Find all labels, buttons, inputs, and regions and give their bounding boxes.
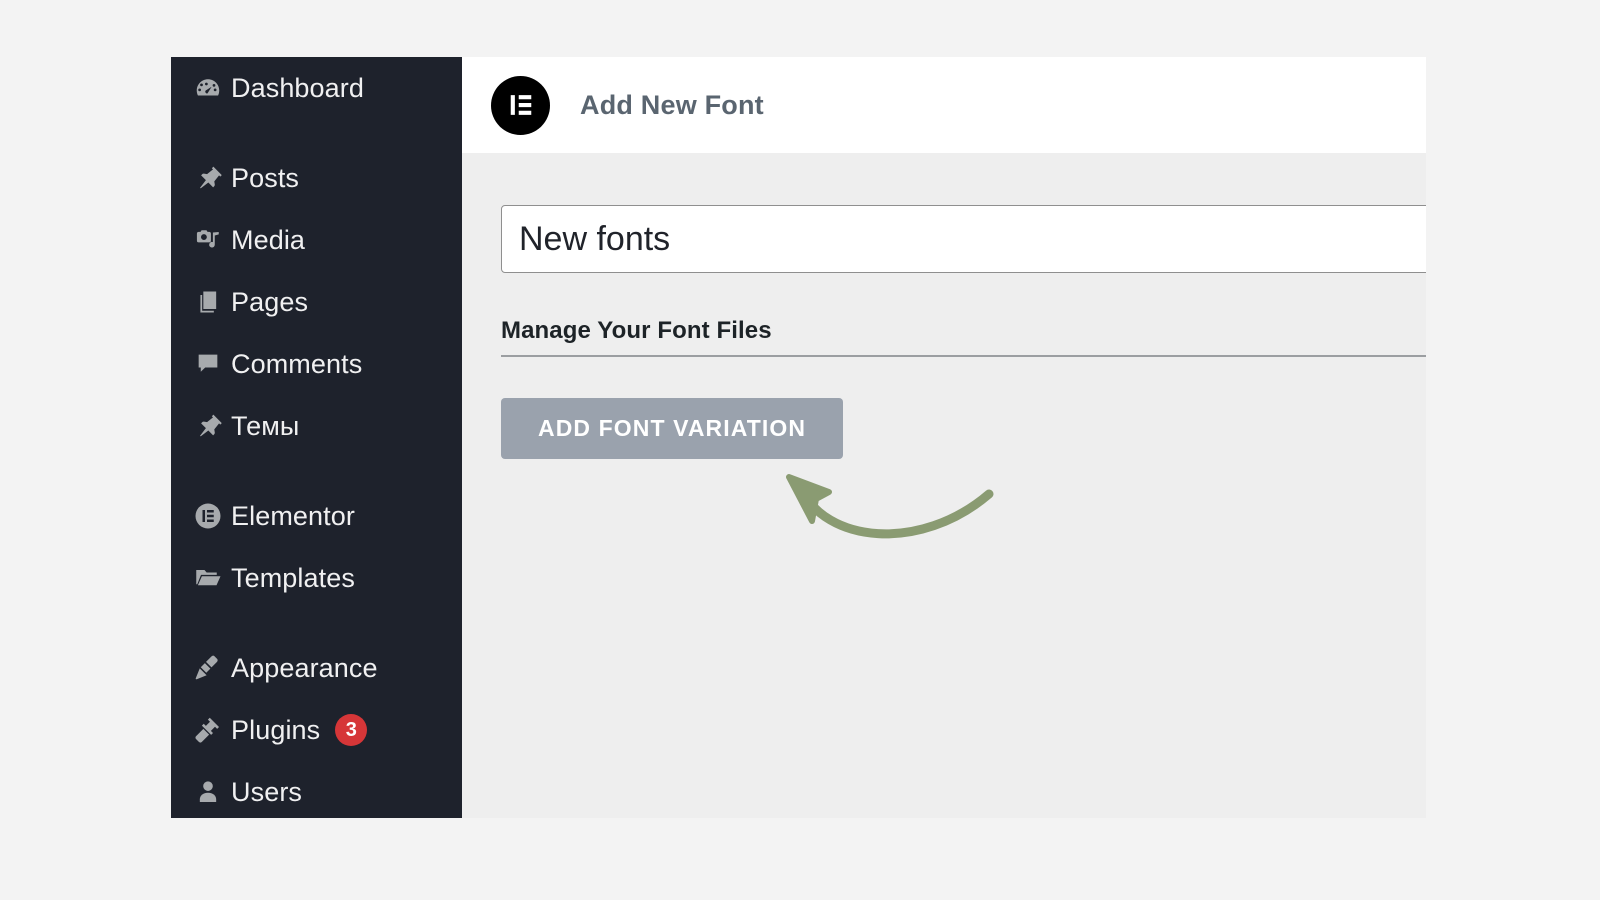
sidebar-item-users[interactable]: Users xyxy=(171,761,462,818)
dashboard-icon xyxy=(185,68,231,108)
status-badge: 3 xyxy=(335,714,368,746)
sidebar-item-plugins[interactable]: Plugins 3 xyxy=(171,699,462,761)
page-header: Add New Font xyxy=(462,57,1426,153)
sidebar-item-label: Users xyxy=(231,776,303,807)
content-area: Add New Font Manage Your Font Files ADD … xyxy=(462,57,1426,818)
sidebar-item-media[interactable]: Media xyxy=(171,209,462,271)
section-heading-wrapper: Manage Your Font Files xyxy=(501,317,1426,357)
comment-icon xyxy=(185,344,231,384)
media-icon xyxy=(185,220,231,260)
sidebar-separator xyxy=(171,457,462,485)
sidebar-item-comments[interactable]: Comments xyxy=(171,333,462,395)
sidebar-item-elementor[interactable]: Elementor xyxy=(171,485,462,547)
sidebar-item-label: Темы xyxy=(231,410,300,441)
pages-icon xyxy=(185,282,231,322)
form-body: Manage Your Font Files ADD FONT VARIATIO… xyxy=(462,153,1426,459)
sidebar-item-label: Appearance xyxy=(231,652,378,683)
elementor-logo-icon xyxy=(491,75,550,135)
folder-icon xyxy=(185,558,231,598)
user-icon xyxy=(185,772,231,812)
sidebar-separator xyxy=(171,609,462,637)
sidebar-item-templates[interactable]: Templates xyxy=(171,547,462,609)
elementor-icon xyxy=(185,496,231,536)
sidebar-item-posts[interactable]: Posts xyxy=(171,147,462,209)
pin-icon xyxy=(185,406,231,446)
sidebar-item-label: Dashboard xyxy=(231,72,364,103)
sidebar-separator xyxy=(171,119,462,147)
font-name-input[interactable] xyxy=(501,205,1426,273)
sidebar-item-label: Plugins xyxy=(231,714,321,745)
sidebar-item-label: Templates xyxy=(231,562,355,593)
sidebar-item-label: Posts xyxy=(231,162,300,193)
sidebar-item-label: Pages xyxy=(231,286,309,317)
sidebar-item-label: Elementor xyxy=(231,500,355,531)
pin-icon xyxy=(185,158,231,198)
sidebar-item-temy[interactable]: Темы xyxy=(171,395,462,457)
sidebar-item-dashboard[interactable]: Dashboard xyxy=(171,57,462,119)
sidebar-item-appearance[interactable]: Appearance xyxy=(171,637,462,699)
paintbrush-icon xyxy=(185,648,231,688)
admin-sidebar: Dashboard Posts Media Pages Comments Тем… xyxy=(171,57,462,818)
sidebar-item-label: Comments xyxy=(231,348,363,379)
section-heading: Manage Your Font Files xyxy=(501,317,772,344)
page-title: Add New Font xyxy=(580,89,764,120)
screenshot-root: Dashboard Posts Media Pages Comments Тем… xyxy=(0,0,1600,900)
sidebar-item-label: Media xyxy=(231,224,306,255)
plug-icon xyxy=(185,710,231,750)
add-font-variation-button[interactable]: ADD FONT VARIATION xyxy=(501,398,844,459)
sidebar-item-pages[interactable]: Pages xyxy=(171,271,462,333)
